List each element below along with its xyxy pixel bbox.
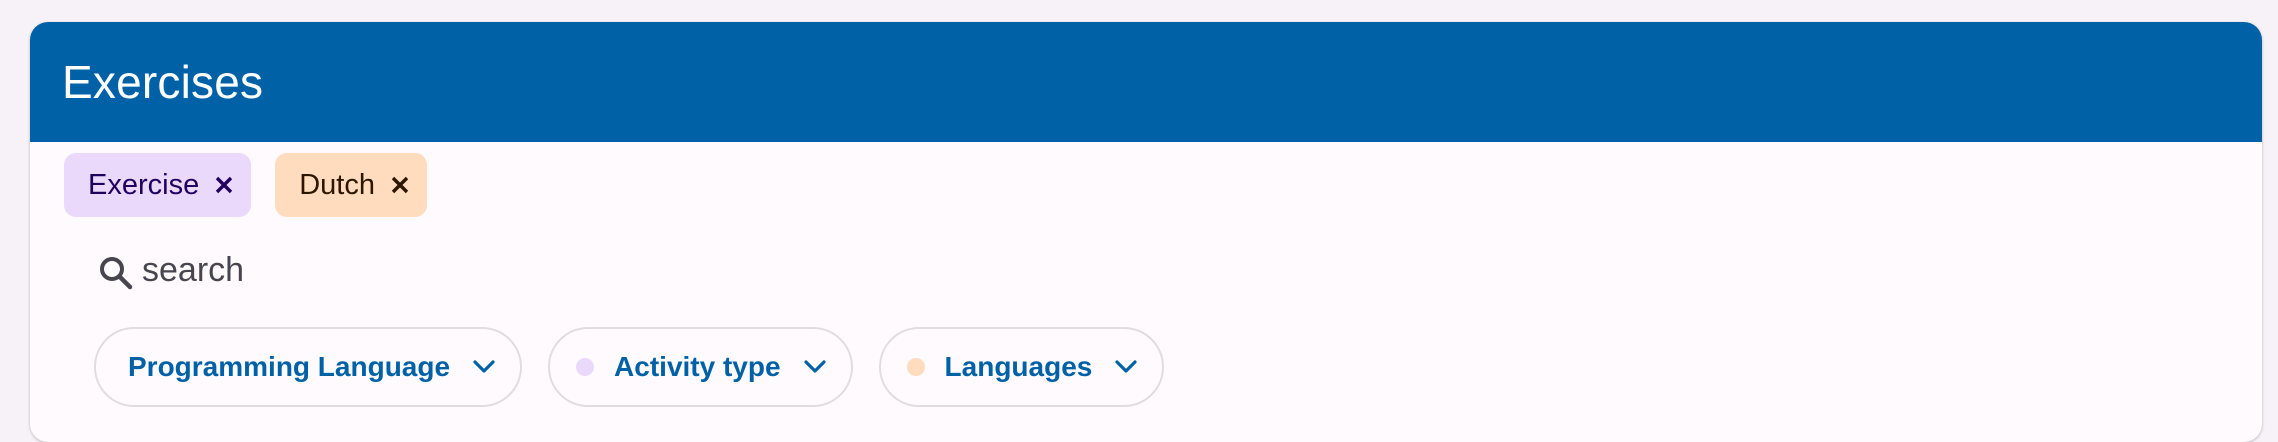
chevron-down-icon (1112, 353, 1140, 381)
filter-chip-exercise[interactable]: Exercise (64, 153, 252, 217)
filter-label: Programming Language (128, 351, 451, 382)
chevron-down-icon (801, 353, 829, 381)
filter-buttons: Programming Language Activity type Langu… (94, 327, 1165, 407)
filter-label: Activity type (614, 351, 781, 382)
search-input[interactable] (142, 250, 742, 290)
close-icon[interactable] (387, 172, 413, 198)
activity-type-color-dot (576, 358, 595, 376)
filter-label: Languages (944, 351, 1093, 382)
page-title: Exercises (62, 56, 264, 108)
card-header: Exercises (30, 22, 2262, 142)
search-icon (94, 251, 138, 295)
activity-type-filter-button[interactable]: Activity type (548, 327, 853, 407)
chip-label: Dutch (299, 168, 375, 201)
chip-label: Exercise (88, 168, 200, 201)
active-filter-chips: Exercise Dutch (64, 153, 427, 217)
chevron-down-icon (470, 353, 498, 381)
programming-language-filter-button[interactable]: Programming Language (94, 327, 523, 407)
search-bar (94, 245, 742, 295)
filter-chip-dutch[interactable]: Dutch (275, 153, 427, 217)
close-icon[interactable] (211, 172, 237, 198)
languages-color-dot (906, 358, 925, 376)
languages-filter-button[interactable]: Languages (878, 327, 1165, 407)
